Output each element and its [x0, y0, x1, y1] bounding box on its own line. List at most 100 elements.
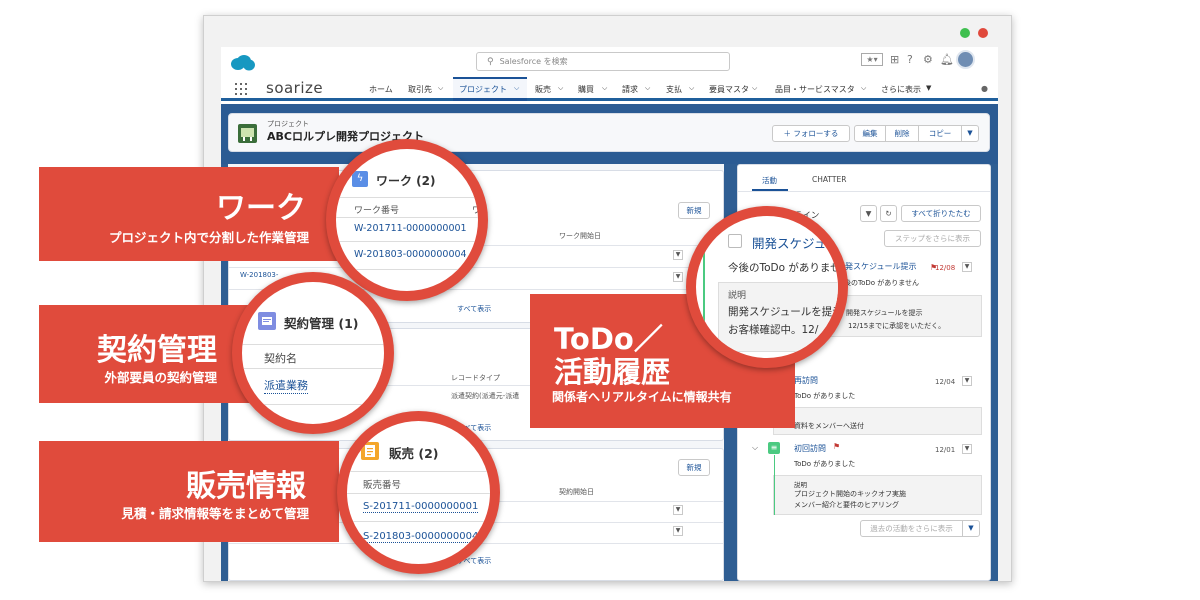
callout-todo-subtitle: 関係者へリアルタイムに情報共有: [552, 390, 732, 404]
nav-purchasing[interactable]: 購買: [578, 84, 594, 95]
chevron-down-icon[interactable]: ⌵: [514, 84, 519, 93]
nav-more[interactable]: さらに表示: [881, 84, 921, 95]
callout-sales-subtitle: 見積・請求情報等をまとめて管理: [121, 506, 309, 521]
favorites-star-icon[interactable]: ★▾: [861, 53, 883, 66]
lightning-icon: ϟ: [352, 171, 368, 187]
chevron-down-icon[interactable]: ⌵: [558, 84, 563, 93]
edit-button[interactable]: 編集: [854, 125, 886, 142]
chevron-down-icon[interactable]: ⌵: [438, 84, 443, 93]
task-checkbox[interactable]: [728, 234, 742, 248]
more-past-button[interactable]: 過去の活動をさらに表示: [860, 520, 963, 537]
activity-item-desc: 開発スケジュールを提示: [728, 306, 843, 318]
caret-down-icon[interactable]: ▼: [926, 84, 931, 92]
activity-item-desc: プロジェクト開始のキックオフ実施: [794, 490, 906, 498]
chevron-down-icon[interactable]: ⌵: [861, 84, 866, 93]
collapse-all-button[interactable]: すべて折りたたむ: [901, 205, 981, 222]
row-menu-icon[interactable]: ▼: [673, 526, 683, 536]
sales-new-button[interactable]: 新規: [678, 459, 710, 476]
nav-billing[interactable]: 請求: [622, 84, 638, 95]
work-view-all[interactable]: すべて表示: [457, 304, 491, 314]
sales-row-link[interactable]: S-201711-0000000001: [363, 501, 479, 513]
chevron-down-icon[interactable]: ⌵: [752, 84, 757, 93]
activity-item-menu[interactable]: ▼: [962, 444, 972, 454]
nav-item-master[interactable]: 品目・サービスマスタ: [775, 84, 855, 95]
chevron-down-icon[interactable]: ⌵: [689, 84, 694, 93]
nav-home[interactable]: ホーム: [369, 84, 393, 95]
delete-button[interactable]: 削除: [885, 125, 919, 142]
activity-item-desc2: 12/15までに承認をいただく。: [848, 322, 946, 330]
chevron-down-icon[interactable]: ⌵: [645, 84, 650, 93]
window-red-dot[interactable]: [978, 28, 988, 38]
work-col-number: ワーク番号: [354, 206, 400, 216]
follow-button[interactable]: ＋ フォローする: [772, 125, 850, 142]
row-menu-icon[interactable]: ▼: [673, 250, 683, 260]
activity-desc-label: 説明: [728, 291, 747, 301]
timeline-line: [703, 246, 705, 358]
nav-projects[interactable]: プロジェクト: [459, 84, 507, 95]
tab-activity[interactable]: 活動: [762, 175, 777, 186]
app-name: soarize: [266, 79, 324, 97]
info-icon[interactable]: ●: [981, 84, 988, 93]
help-icon[interactable]: ?: [907, 53, 913, 66]
app-nav-bar: soarize ホーム 取引先 ⌵ プロジェクト ⌵ 販売 ⌵ 購買 ⌵ 請求 …: [221, 77, 998, 101]
nav-sales[interactable]: 販売: [535, 84, 551, 95]
contract-row-link[interactable]: 派遣業務: [264, 377, 308, 394]
activity-item-note: ToDo がありました: [794, 392, 856, 400]
callout-sales-title: 販売情報: [186, 469, 306, 504]
contract-col-record-type: レコードタイプ: [451, 374, 500, 382]
activity-item-menu[interactable]: ▼: [962, 376, 972, 386]
callout-contract: 契約管理 外部要員の契約管理: [39, 305, 257, 403]
plus-icon[interactable]: ⊞: [890, 53, 899, 66]
contract-row-record-type: 派遣契約(派遣元-派遣: [451, 392, 520, 400]
activity-item-date: 12/08: [935, 264, 956, 272]
activity-item-menu[interactable]: ▼: [962, 262, 972, 272]
copy-button[interactable]: コピー: [918, 125, 962, 142]
activity-item-title[interactable]: 再訪問: [794, 375, 818, 386]
chevron-down-icon[interactable]: ⌵: [752, 443, 758, 453]
divider: [229, 267, 723, 268]
sales-col-number: 販売番号: [363, 480, 402, 491]
chevron-down-icon[interactable]: ⌵: [602, 84, 607, 93]
work-col-start: ワーク開始日: [559, 232, 601, 240]
activity-item-title[interactable]: 開発スケジュール提示: [837, 261, 916, 272]
nav-accounts[interactable]: 取引先: [408, 84, 432, 95]
work-list-title: ワーク (2): [376, 174, 436, 188]
tab-chatter[interactable]: CHATTER: [812, 175, 846, 184]
window-green-dot[interactable]: [960, 28, 970, 38]
more-steps-button[interactable]: ステップをさらに表示: [884, 230, 981, 247]
divider: [336, 269, 478, 270]
app-launcher-icon[interactable]: [235, 83, 247, 95]
divider: [242, 368, 384, 369]
nav-staff-master[interactable]: 要員マスタ: [709, 84, 749, 95]
row-menu-icon[interactable]: ▼: [673, 272, 683, 282]
work-row-link[interactable]: W-201803-0000000004: [354, 249, 467, 260]
sales-row-link[interactable]: S-201803-0000000004: [363, 531, 479, 543]
salesforce-cloud-icon[interactable]: [230, 55, 256, 71]
activity-item-desc: 資料をメンバーへ送付: [794, 422, 864, 430]
activity-item-desc3: お客様確認中。12/: [728, 324, 819, 336]
task-icon: ≡: [696, 232, 710, 246]
gear-icon[interactable]: ⚙: [923, 53, 933, 66]
more-past-dropdown-icon[interactable]: ▼: [962, 520, 980, 537]
nav-payments[interactable]: 支払: [666, 84, 682, 95]
callout-todo-title-line2: 活動履歴: [554, 355, 671, 389]
avatar[interactable]: [956, 50, 975, 69]
activity-item-date: 12/04: [935, 378, 956, 386]
divider: [738, 191, 990, 192]
contract-icon: [258, 312, 276, 330]
work-new-button[interactable]: 新規: [678, 202, 710, 219]
filter-icon[interactable]: ▼: [860, 205, 877, 222]
global-search-input[interactable]: ⚲ Salesforce を検索: [476, 52, 730, 71]
more-actions-icon[interactable]: ▼: [961, 125, 979, 142]
work-row-link[interactable]: W-201711-0000000001: [354, 223, 467, 234]
activity-item-title[interactable]: 開発スケジュール提示: [752, 233, 838, 252]
zoom-activity: ≡ 開発スケジュール提示 今後のToDo がありません 説明 開発スケジュールを…: [686, 206, 848, 368]
bell-icon[interactable]: 🔔︎: [940, 53, 954, 66]
activity-item-title[interactable]: 初回訪問: [794, 443, 826, 454]
work-row-link[interactable]: W-201803-: [240, 271, 278, 279]
callout-work-title: ワーク: [216, 191, 306, 226]
sales-list-title: 販売 (2): [389, 446, 439, 461]
refresh-icon[interactable]: ↻: [880, 205, 897, 222]
divider: [336, 217, 478, 218]
row-menu-icon[interactable]: ▼: [673, 505, 683, 515]
